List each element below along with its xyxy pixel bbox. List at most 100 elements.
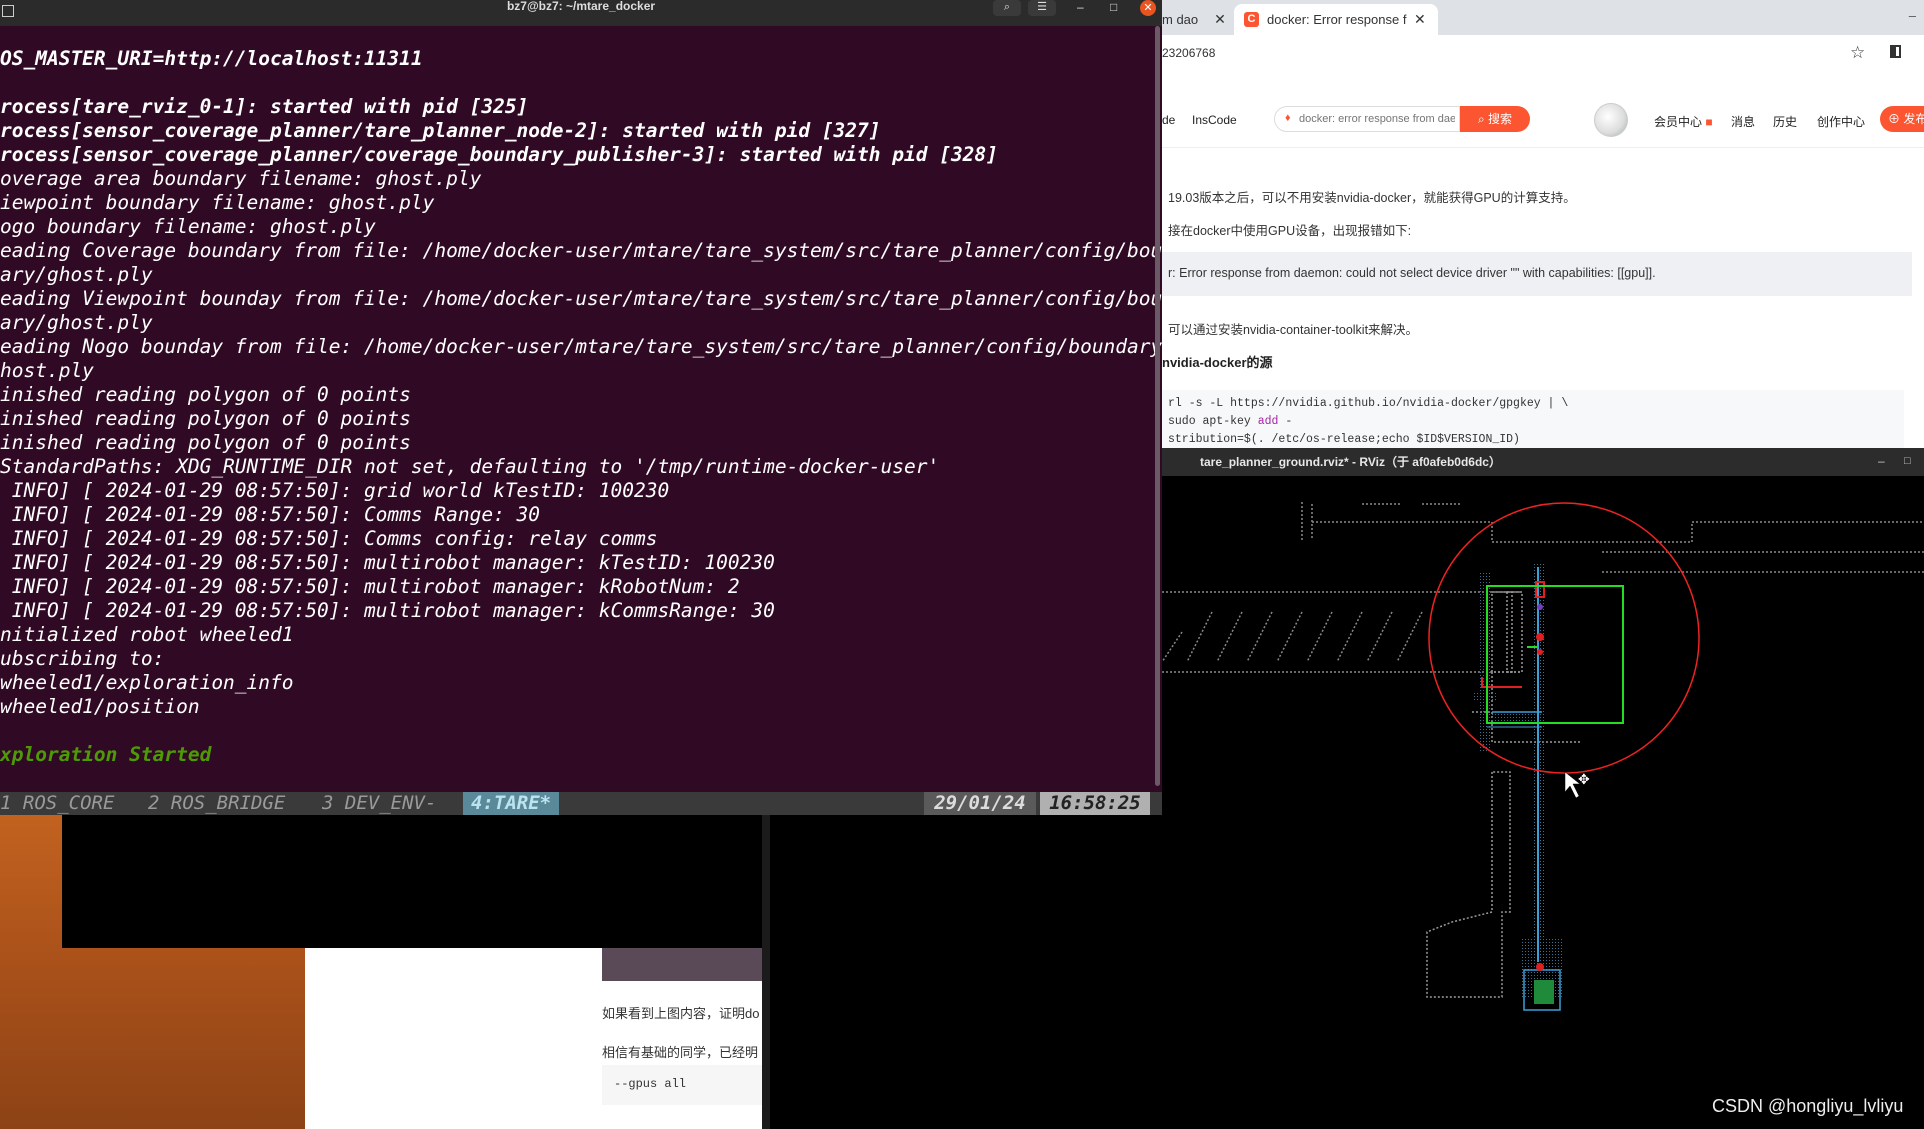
window-gap [762, 815, 770, 1129]
building-structure [1426, 591, 1582, 998]
code-line: sudo apt-key add - [1168, 415, 1292, 428]
address-bar[interactable]: 23206768 ☆ [1162, 35, 1924, 73]
article-paragraph: 可以通过安装nvidia-container-toolkit来解决。 [1168, 323, 1419, 337]
background-browser-window[interactable]: 如果看到上图内容，证明do 相信有基础的同学，已经明 --gpus all [305, 948, 770, 1129]
terminal-line: host.ply [0, 359, 94, 382]
avatar[interactable] [1594, 103, 1628, 137]
scrollbar[interactable] [1155, 26, 1160, 786]
code-line: rl -s -L https://nvidia.github.io/nvidia… [1168, 397, 1569, 410]
nav-member-center[interactable]: 会员中心 ■ [1654, 113, 1713, 130]
terminal-line: INFO] [ 2024-01-29 08:57:50]: multirobot… [0, 599, 775, 622]
search-icon[interactable]: ⌕ [993, 0, 1021, 16]
tab-label: m dao [1162, 12, 1199, 27]
terminal-line: INFO] [ 2024-01-29 08:57:50]: Comms conf… [0, 527, 658, 550]
article-content: 19.03版本之后，可以不用安装nvidia-docker，就能获得GPU的计算… [1162, 150, 1924, 448]
terminal-line: OS_MASTER_URI=http://localhost:11311 [0, 47, 423, 70]
waypoint-marker [1537, 604, 1543, 610]
bookmark-star-icon[interactable]: ☆ [1850, 43, 1865, 63]
minimize-icon[interactable]: – [1077, 0, 1084, 14]
terminal-line: inished reading polygon of 0 points [0, 383, 411, 406]
tmux-window-tab-active[interactable]: 4:TARE* [463, 792, 560, 815]
code-block: rl -s -L https://nvidia.github.io/nvidia… [1162, 390, 1904, 448]
nav-link[interactable]: de [1162, 113, 1175, 127]
article-paragraph: 接在docker中使用GPU设备，出现报错如下: [1168, 224, 1412, 238]
rviz-titlebar[interactable]: tare_planner_ground.rviz* - RViz（于 af0af… [1162, 448, 1924, 476]
terminal-line: INFO] [ 2024-01-29 08:57:50]: grid world… [0, 479, 670, 502]
hamburger-menu-icon[interactable]: ☰ [1028, 0, 1056, 16]
hot-flame-icon: ♦ [1285, 112, 1291, 124]
move-cursor-icon: ✥ [1578, 771, 1590, 787]
terminal-line: ubscribing to: [0, 647, 165, 670]
terminal-line: rocess[sensor_coverage_planner/coverage_… [0, 143, 998, 166]
background-window[interactable] [62, 815, 762, 948]
search-box[interactable]: ♦ [1274, 106, 1460, 132]
terminal-line: eading Nogo bounday from file: /home/doc… [0, 335, 1162, 358]
browser-window[interactable]: m dao ✕ C docker: Error response f ✕ – 2… [1162, 0, 1924, 448]
rviz-viewport-lower[interactable] [770, 815, 1162, 1129]
code-text: --gpus all [614, 1077, 687, 1091]
nav-label: 会员中心 [1654, 115, 1703, 129]
terminal-line: rocess[tare_rviz_0-1]: started with pid … [0, 95, 529, 118]
tmux-window-tab[interactable]: 3 DEV_ENV- [322, 792, 436, 815]
bookmarks-bar [1162, 73, 1924, 96]
status-date: 29/01/24 [924, 792, 1036, 815]
search-button[interactable]: ⌕ 搜索 [1460, 106, 1530, 132]
watermark: CSDN @hongliyu_lvliyu [1712, 1096, 1904, 1116]
tmux-window-tab[interactable]: 1 ROS_CORE [0, 792, 114, 815]
tmux-window-tab[interactable]: 2 ROS_BRIDGE [148, 792, 285, 815]
article-heading: nvidia-docker的源 [1162, 355, 1273, 370]
status-time: 16:58:25 [1040, 792, 1150, 815]
explored-path [1472, 562, 1562, 997]
exploring-subspace-box [1486, 585, 1624, 724]
maximize-icon[interactable]: □ [1904, 448, 1911, 474]
code-text: sudo apt-key [1168, 415, 1258, 428]
nav-history[interactable]: 历史 [1773, 113, 1797, 130]
close-icon[interactable]: ✕ [1210, 4, 1230, 35]
tab-active[interactable]: C docker: Error response f ✕ [1234, 4, 1438, 35]
article-paragraph: 19.03版本之后，可以不用安装nvidia-docker，就能获得GPU的计算… [1168, 191, 1576, 205]
robot-region [1534, 980, 1554, 1004]
comms-range-circle [1428, 502, 1700, 774]
waypoint-marker [1536, 633, 1544, 641]
maximize-icon[interactable]: □ [1110, 0, 1117, 14]
terminal-line: xploration Started [0, 743, 212, 766]
site-navbar: de InsCode ♦ ⌕ 搜索 会员中心 ■ 消息 历史 创作中心 ⊕ 发布 [1162, 95, 1924, 148]
rviz-3d-viewport[interactable]: ✥ [1162, 492, 1924, 1129]
side-panel-icon[interactable] [1890, 45, 1901, 58]
url-text[interactable]: 23206768 [1162, 46, 1215, 60]
close-icon[interactable]: ✕ [1140, 0, 1156, 16]
terminal-line: inished reading polygon of 0 points [0, 431, 411, 454]
nav-link-inscode[interactable]: InsCode [1192, 113, 1237, 127]
search-input[interactable] [1299, 110, 1455, 128]
minimize-icon[interactable]: – [1878, 448, 1885, 474]
minimize-icon[interactable]: – [1909, 8, 1916, 23]
terminal-line: INFO] [ 2024-01-29 08:57:50]: multirobot… [0, 575, 740, 598]
terminal-line: wheeled1/exploration_info [0, 671, 294, 694]
nav-creator-center[interactable]: 创作中心 [1817, 113, 1865, 130]
terminal-window[interactable]: bz7@bz7: ~/mtare_docker ⌕ ☰ – □ ✕ OS_MAS… [0, 0, 1162, 815]
publish-button[interactable]: ⊕ 发布 [1880, 106, 1924, 132]
waypoint-marker [1537, 649, 1543, 655]
terminal-line: overage area boundary filename: ghost.pl… [0, 167, 482, 190]
code-line: stribution=$(. /etc/os-release;echo $ID$… [1168, 433, 1520, 446]
article-text-line: 如果看到上图内容，证明do [602, 1006, 760, 1021]
terminal-line: ary/ghost.ply [0, 311, 153, 334]
terminal-line: inished reading polygon of 0 points [0, 407, 411, 430]
terminal-line: ogo boundary filename: ghost.ply [0, 215, 376, 238]
terminal-line: StandardPaths: XDG_RUNTIME_DIR not set, … [0, 455, 940, 478]
terminal-titlebar[interactable]: bz7@bz7: ~/mtare_docker ⌕ ☰ – □ ✕ [0, 0, 1162, 26]
error-quote: r: Error response from daemon: could not… [1162, 252, 1912, 296]
waypoint-marker [1536, 963, 1544, 971]
gift-icon: ■ [1705, 115, 1713, 129]
nav-messages[interactable]: 消息 [1731, 113, 1755, 130]
terminal-line: rocess[sensor_coverage_planner/tare_plan… [0, 119, 881, 142]
tab-title: docker: Error response f [1267, 12, 1407, 27]
terminal-line: ary/ghost.ply [0, 263, 153, 286]
close-icon[interactable]: ✕ [1414, 4, 1426, 35]
point-cloud-map[interactable]: ✥ [1162, 492, 1924, 1129]
terminal-line: INFO] [ 2024-01-29 08:57:50]: multirobot… [0, 551, 775, 574]
rviz-window[interactable]: tare_planner_ground.rviz* - RViz（于 af0af… [1162, 448, 1924, 1129]
search-button-label: 搜索 [1488, 112, 1513, 126]
terminal-line: nitialized robot wheeled1 [0, 623, 294, 646]
publish-label: 发布 [1903, 112, 1924, 126]
